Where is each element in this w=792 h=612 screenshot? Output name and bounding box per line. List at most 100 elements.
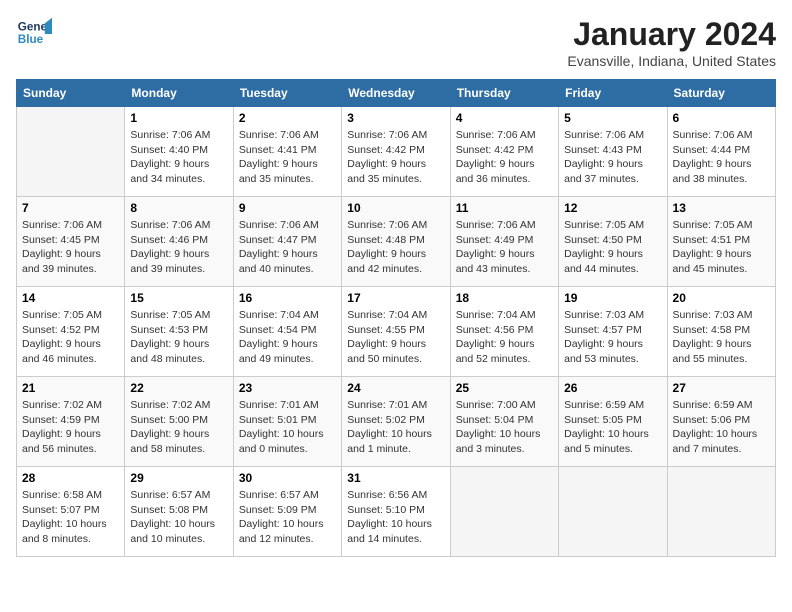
svg-text:Blue: Blue bbox=[18, 33, 44, 46]
day-info: Sunrise: 6:59 AM Sunset: 5:05 PM Dayligh… bbox=[564, 398, 661, 457]
day-number: 21 bbox=[22, 381, 119, 395]
header-wednesday: Wednesday bbox=[342, 80, 450, 107]
table-row: 2 Sunrise: 7:06 AM Sunset: 4:41 PM Daylig… bbox=[233, 107, 341, 197]
table-row: 22 Sunrise: 7:02 AM Sunset: 5:00 PM Dayli… bbox=[125, 377, 233, 467]
calendar-week-row: 28 Sunrise: 6:58 AM Sunset: 5:07 PM Dayli… bbox=[17, 467, 776, 557]
day-info: Sunrise: 7:06 AM Sunset: 4:45 PM Dayligh… bbox=[22, 218, 119, 277]
day-number: 28 bbox=[22, 471, 119, 485]
day-info: Sunrise: 7:01 AM Sunset: 5:01 PM Dayligh… bbox=[239, 398, 336, 457]
day-number: 12 bbox=[564, 201, 661, 215]
day-number: 26 bbox=[564, 381, 661, 395]
table-row bbox=[450, 467, 558, 557]
day-number: 20 bbox=[673, 291, 770, 305]
title-section: January 2024 Evansville, Indiana, United… bbox=[567, 16, 776, 69]
header-monday: Monday bbox=[125, 80, 233, 107]
day-info: Sunrise: 7:04 AM Sunset: 4:55 PM Dayligh… bbox=[347, 308, 444, 367]
day-info: Sunrise: 7:06 AM Sunset: 4:44 PM Dayligh… bbox=[673, 128, 770, 187]
header-thursday: Thursday bbox=[450, 80, 558, 107]
weekday-header-row: Sunday Monday Tuesday Wednesday Thursday… bbox=[17, 80, 776, 107]
day-info: Sunrise: 6:57 AM Sunset: 5:09 PM Dayligh… bbox=[239, 488, 336, 547]
table-row: 23Sunrise: 7:01 AM Sunset: 5:01 PM Dayli… bbox=[233, 377, 341, 467]
table-row: 19 Sunrise: 7:03 AM Sunset: 4:57 PM Dayli… bbox=[559, 287, 667, 377]
logo: General Blue bbox=[16, 16, 52, 52]
day-number: 11 bbox=[456, 201, 553, 215]
day-info: Sunrise: 7:03 AM Sunset: 4:57 PM Dayligh… bbox=[564, 308, 661, 367]
day-info: Sunrise: 7:02 AM Sunset: 5:00 PM Dayligh… bbox=[130, 398, 227, 457]
table-row: 25 Sunrise: 7:00 AM Sunset: 5:04 PM Dayli… bbox=[450, 377, 558, 467]
table-row: 17 Sunrise: 7:04 AM Sunset: 4:55 PM Dayli… bbox=[342, 287, 450, 377]
day-number: 22 bbox=[130, 381, 227, 395]
page-header: General Blue January 2024 Evansville, In… bbox=[16, 16, 776, 69]
table-row: 26 Sunrise: 6:59 AM Sunset: 5:05 PM Dayli… bbox=[559, 377, 667, 467]
day-number: 1 bbox=[130, 111, 227, 125]
day-info: Sunrise: 7:05 AM Sunset: 4:52 PM Dayligh… bbox=[22, 308, 119, 367]
table-row bbox=[559, 467, 667, 557]
day-number: 15 bbox=[130, 291, 227, 305]
day-info: Sunrise: 7:00 AM Sunset: 5:04 PM Dayligh… bbox=[456, 398, 553, 457]
day-number: 27 bbox=[673, 381, 770, 395]
day-info: Sunrise: 7:06 AM Sunset: 4:48 PM Dayligh… bbox=[347, 218, 444, 277]
calendar-week-row: 21 Sunrise: 7:02 AM Sunset: 4:59 PM Dayli… bbox=[17, 377, 776, 467]
calendar-week-row: 14Sunrise: 7:05 AM Sunset: 4:52 PM Dayli… bbox=[17, 287, 776, 377]
day-number: 7 bbox=[22, 201, 119, 215]
table-row: 27Sunrise: 6:59 AM Sunset: 5:06 PM Dayli… bbox=[667, 377, 775, 467]
table-row: 15 Sunrise: 7:05 AM Sunset: 4:53 PM Dayli… bbox=[125, 287, 233, 377]
day-number: 18 bbox=[456, 291, 553, 305]
table-row: 16 Sunrise: 7:04 AM Sunset: 4:54 PM Dayli… bbox=[233, 287, 341, 377]
day-number: 2 bbox=[239, 111, 336, 125]
day-info: Sunrise: 7:06 AM Sunset: 4:40 PM Dayligh… bbox=[130, 128, 227, 187]
day-number: 31 bbox=[347, 471, 444, 485]
logo-icon: General Blue bbox=[16, 16, 52, 52]
day-info: Sunrise: 7:02 AM Sunset: 4:59 PM Dayligh… bbox=[22, 398, 119, 457]
table-row: 1 Sunrise: 7:06 AM Sunset: 4:40 PM Daylig… bbox=[125, 107, 233, 197]
day-info: Sunrise: 7:04 AM Sunset: 4:56 PM Dayligh… bbox=[456, 308, 553, 367]
table-row: 30Sunrise: 6:57 AM Sunset: 5:09 PM Dayli… bbox=[233, 467, 341, 557]
day-number: 17 bbox=[347, 291, 444, 305]
day-number: 9 bbox=[239, 201, 336, 215]
calendar-table: Sunday Monday Tuesday Wednesday Thursday… bbox=[16, 79, 776, 557]
table-row: 18 Sunrise: 7:04 AM Sunset: 4:56 PM Dayli… bbox=[450, 287, 558, 377]
table-row: 5 Sunrise: 7:06 AM Sunset: 4:43 PM Daylig… bbox=[559, 107, 667, 197]
table-row: 12Sunrise: 7:05 AM Sunset: 4:50 PM Dayli… bbox=[559, 197, 667, 287]
header-tuesday: Tuesday bbox=[233, 80, 341, 107]
table-row: 21 Sunrise: 7:02 AM Sunset: 4:59 PM Dayli… bbox=[17, 377, 125, 467]
day-number: 29 bbox=[130, 471, 227, 485]
table-row: 3Sunrise: 7:06 AM Sunset: 4:42 PM Daylig… bbox=[342, 107, 450, 197]
table-row bbox=[17, 107, 125, 197]
day-info: Sunrise: 7:06 AM Sunset: 4:47 PM Dayligh… bbox=[239, 218, 336, 277]
table-row: 29Sunrise: 6:57 AM Sunset: 5:08 PM Dayli… bbox=[125, 467, 233, 557]
table-row: 10 Sunrise: 7:06 AM Sunset: 4:48 PM Dayli… bbox=[342, 197, 450, 287]
header-saturday: Saturday bbox=[667, 80, 775, 107]
day-info: Sunrise: 7:01 AM Sunset: 5:02 PM Dayligh… bbox=[347, 398, 444, 457]
day-number: 16 bbox=[239, 291, 336, 305]
table-row: 6 Sunrise: 7:06 AM Sunset: 4:44 PM Daylig… bbox=[667, 107, 775, 197]
table-row: 24 Sunrise: 7:01 AM Sunset: 5:02 PM Dayli… bbox=[342, 377, 450, 467]
day-number: 19 bbox=[564, 291, 661, 305]
day-number: 5 bbox=[564, 111, 661, 125]
table-row: 28 Sunrise: 6:58 AM Sunset: 5:07 PM Dayli… bbox=[17, 467, 125, 557]
day-number: 24 bbox=[347, 381, 444, 395]
table-row: 20 Sunrise: 7:03 AM Sunset: 4:58 PM Dayli… bbox=[667, 287, 775, 377]
table-row bbox=[667, 467, 775, 557]
day-number: 6 bbox=[673, 111, 770, 125]
table-row: 9 Sunrise: 7:06 AM Sunset: 4:47 PM Daylig… bbox=[233, 197, 341, 287]
day-number: 25 bbox=[456, 381, 553, 395]
day-info: Sunrise: 6:56 AM Sunset: 5:10 PM Dayligh… bbox=[347, 488, 444, 547]
day-info: Sunrise: 7:06 AM Sunset: 4:49 PM Dayligh… bbox=[456, 218, 553, 277]
day-info: Sunrise: 7:03 AM Sunset: 4:58 PM Dayligh… bbox=[673, 308, 770, 367]
day-number: 10 bbox=[347, 201, 444, 215]
day-info: Sunrise: 7:06 AM Sunset: 4:43 PM Dayligh… bbox=[564, 128, 661, 187]
day-info: Sunrise: 7:04 AM Sunset: 4:54 PM Dayligh… bbox=[239, 308, 336, 367]
day-number: 4 bbox=[456, 111, 553, 125]
calendar-title: January 2024 bbox=[567, 16, 776, 53]
day-info: Sunrise: 6:58 AM Sunset: 5:07 PM Dayligh… bbox=[22, 488, 119, 547]
day-info: Sunrise: 7:06 AM Sunset: 4:42 PM Dayligh… bbox=[347, 128, 444, 187]
day-info: Sunrise: 7:06 AM Sunset: 4:41 PM Dayligh… bbox=[239, 128, 336, 187]
table-row: 7 Sunrise: 7:06 AM Sunset: 4:45 PM Daylig… bbox=[17, 197, 125, 287]
header-sunday: Sunday bbox=[17, 80, 125, 107]
table-row: 31 Sunrise: 6:56 AM Sunset: 5:10 PM Dayli… bbox=[342, 467, 450, 557]
table-row: 14Sunrise: 7:05 AM Sunset: 4:52 PM Dayli… bbox=[17, 287, 125, 377]
day-number: 13 bbox=[673, 201, 770, 215]
day-info: Sunrise: 7:05 AM Sunset: 4:53 PM Dayligh… bbox=[130, 308, 227, 367]
day-number: 8 bbox=[130, 201, 227, 215]
